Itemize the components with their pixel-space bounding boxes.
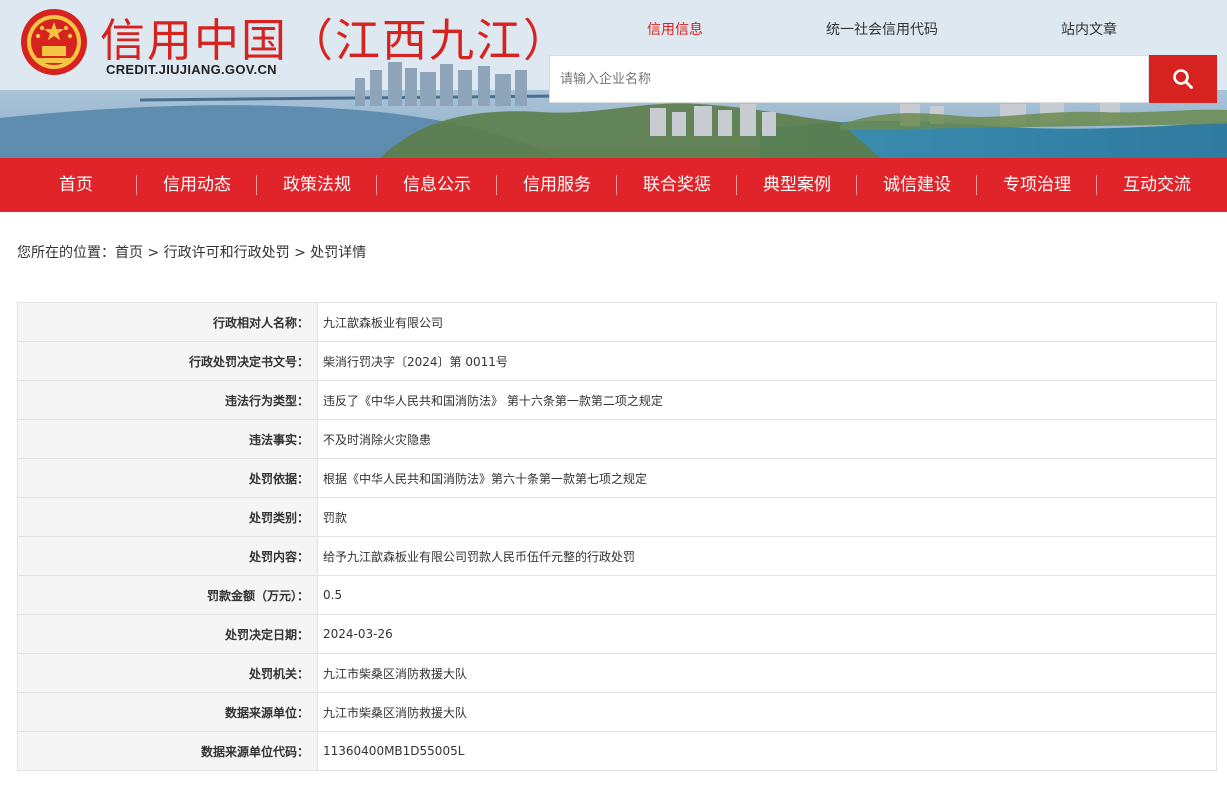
field-value: 0.5 bbox=[317, 575, 1217, 615]
field-value: 2024-03-26 bbox=[317, 614, 1217, 654]
breadcrumb-permits-penalties[interactable]: 行政许可和行政处罚 bbox=[164, 245, 290, 261]
table-row: 处罚类别： 罚款 bbox=[17, 497, 1217, 537]
table-row: 行政处罚决定书文号： 柴消行罚决字〔2024〕第 0011号 bbox=[17, 341, 1217, 381]
field-label: 处罚类别： bbox=[17, 497, 318, 537]
field-value: 根据《中华人民共和国消防法》第六十条第一款第七项之规定 bbox=[317, 458, 1217, 498]
main-nav: 首页 信用动态 政策法规 信息公示 信用服务 联合奖惩 典型案例 诚信建设 专项… bbox=[0, 158, 1227, 212]
table-row: 处罚机关： 九江市柴桑区消防救援大队 bbox=[17, 653, 1217, 693]
nav-item-integrity-building[interactable]: 诚信建设 bbox=[857, 158, 977, 212]
field-label: 数据来源单位代码： bbox=[17, 731, 318, 771]
field-label: 违法行为类型： bbox=[17, 380, 318, 420]
top-link-credit-code[interactable]: 统一社会信用代码 bbox=[826, 19, 938, 39]
nav-item-interaction[interactable]: 互动交流 bbox=[1097, 158, 1217, 212]
field-value: 柴消行罚决字〔2024〕第 0011号 bbox=[317, 341, 1217, 381]
table-row: 数据来源单位： 九江市柴桑区消防救援大队 bbox=[17, 692, 1217, 732]
table-row: 行政相对人名称： 九江歆森板业有限公司 bbox=[17, 302, 1217, 342]
field-value: 九江市柴桑区消防救援大队 bbox=[317, 653, 1217, 693]
site-header: 信用中国（江西九江） CREDIT.JIUJIANG.GOV.CN 信用信息 统… bbox=[0, 0, 1227, 158]
table-row: 处罚依据： 根据《中华人民共和国消防法》第六十条第一款第七项之规定 bbox=[17, 458, 1217, 498]
field-label: 处罚依据： bbox=[17, 458, 318, 498]
breadcrumb-home[interactable]: 首页 bbox=[115, 245, 143, 261]
table-row: 处罚内容： 给予九江歆森板业有限公司罚款人民币伍仟元整的行政处罚 bbox=[17, 536, 1217, 576]
field-label: 数据来源单位： bbox=[17, 692, 318, 732]
breadcrumb-separator: > bbox=[289, 245, 311, 261]
search-icon bbox=[1173, 69, 1193, 89]
table-row: 处罚决定日期： 2024-03-26 bbox=[17, 614, 1217, 654]
nav-item-policies[interactable]: 政策法规 bbox=[257, 158, 377, 212]
table-row: 罚款金额（万元）： 0.5 bbox=[17, 575, 1217, 615]
site-domain: CREDIT.JIUJIANG.GOV.CN bbox=[106, 62, 277, 77]
field-value: 11360400MB1D55005L bbox=[317, 731, 1217, 771]
field-label: 处罚机关： bbox=[17, 653, 318, 693]
field-value: 九江市柴桑区消防救援大队 bbox=[317, 692, 1217, 732]
field-value: 给予九江歆森板业有限公司罚款人民币伍仟元整的行政处罚 bbox=[317, 536, 1217, 576]
field-value: 不及时消除火灾隐患 bbox=[317, 419, 1217, 459]
national-emblem-logo bbox=[21, 9, 87, 75]
field-label: 处罚内容： bbox=[17, 536, 318, 576]
field-value: 违反了《中华人民共和国消防法》 第十六条第一款第二项之规定 bbox=[317, 380, 1217, 420]
search-input[interactable] bbox=[550, 56, 1148, 102]
field-label: 罚款金额（万元）： bbox=[17, 575, 318, 615]
nav-item-credit-news[interactable]: 信用动态 bbox=[137, 158, 257, 212]
site-title: 信用中国（江西九江） bbox=[100, 14, 571, 67]
breadcrumb-separator: > bbox=[143, 245, 164, 261]
search-box bbox=[549, 55, 1149, 103]
field-label: 处罚决定日期： bbox=[17, 614, 318, 654]
field-value: 九江歆森板业有限公司 bbox=[317, 302, 1217, 342]
search-button[interactable] bbox=[1149, 55, 1217, 103]
top-link-site-articles[interactable]: 站内文章 bbox=[1061, 19, 1117, 39]
field-label: 行政相对人名称： bbox=[17, 302, 318, 342]
top-link-credit-info[interactable]: 信用信息 bbox=[647, 19, 703, 39]
penalty-detail-table: 行政相对人名称： 九江歆森板业有限公司 行政处罚决定书文号： 柴消行罚决字〔20… bbox=[17, 302, 1217, 771]
breadcrumb-prefix: 您所在的位置： bbox=[17, 245, 115, 261]
nav-item-info-disclosure[interactable]: 信息公示 bbox=[377, 158, 497, 212]
nav-item-joint-reward-punish[interactable]: 联合奖惩 bbox=[617, 158, 737, 212]
nav-item-typical-cases[interactable]: 典型案例 bbox=[737, 158, 857, 212]
table-row: 违法行为类型： 违反了《中华人民共和国消防法》 第十六条第一款第二项之规定 bbox=[17, 380, 1217, 420]
breadcrumb-current: 处罚详情 bbox=[310, 245, 367, 261]
table-row: 违法事实： 不及时消除火灾隐患 bbox=[17, 419, 1217, 459]
field-value: 罚款 bbox=[317, 497, 1217, 537]
table-row: 数据来源单位代码： 11360400MB1D55005L bbox=[17, 731, 1217, 771]
nav-item-credit-services[interactable]: 信用服务 bbox=[497, 158, 617, 212]
field-label: 违法事实： bbox=[17, 419, 318, 459]
field-label: 行政处罚决定书文号： bbox=[17, 341, 318, 381]
nav-item-home[interactable]: 首页 bbox=[16, 158, 136, 212]
breadcrumb: 您所在的位置：首页 > 行政许可和行政处罚 > 处罚详情 bbox=[17, 242, 366, 262]
nav-item-special-governance[interactable]: 专项治理 bbox=[977, 158, 1097, 212]
